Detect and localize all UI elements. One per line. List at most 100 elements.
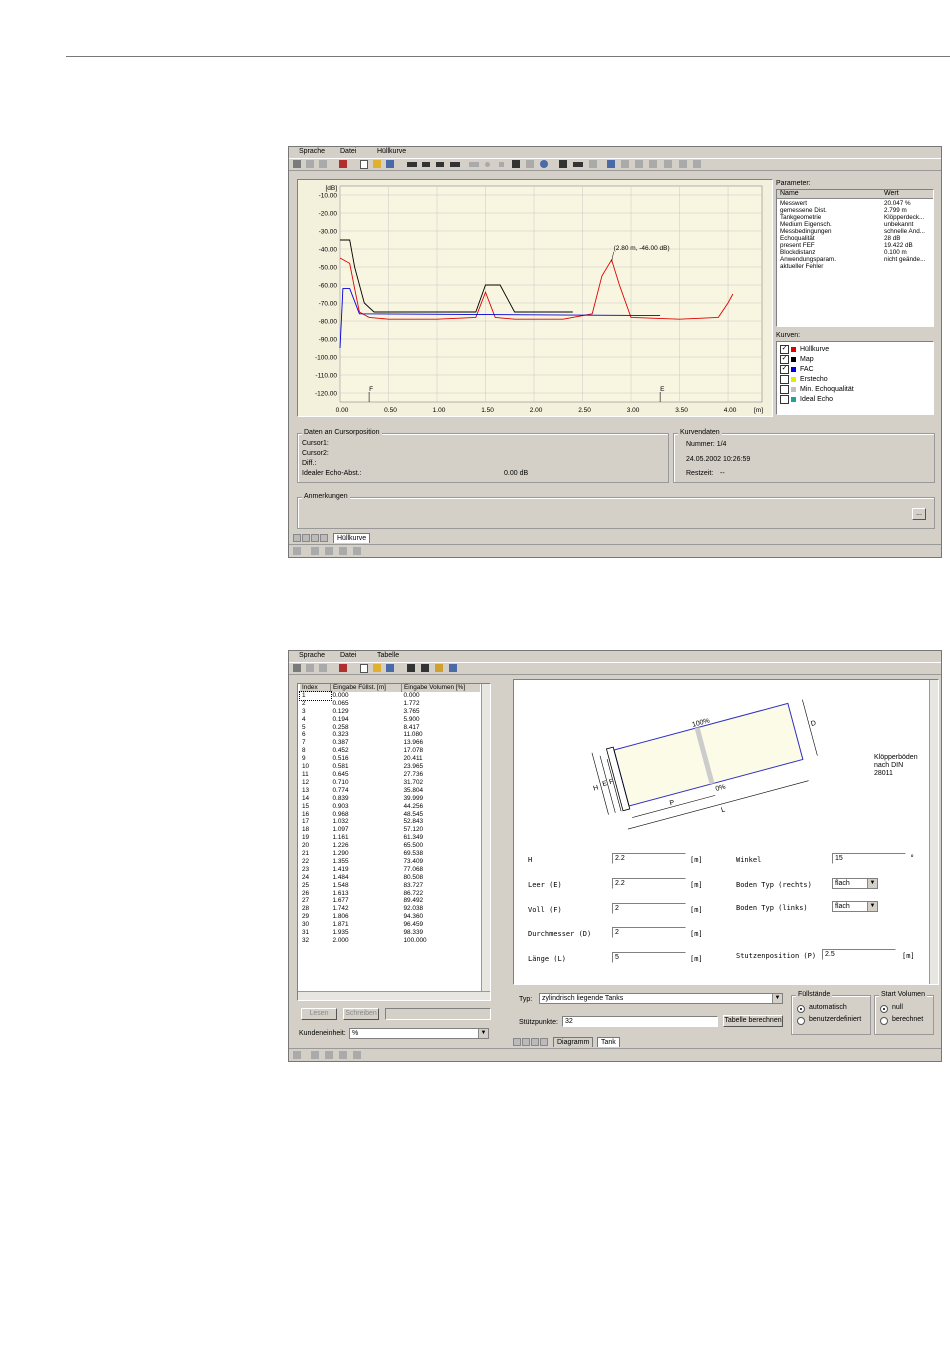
menu-datei-2[interactable]: Datei: [340, 652, 356, 659]
table-row[interactable]: 6 0.323 11.080: [300, 731, 480, 739]
menu-huellkurve[interactable]: Hüllkurve: [377, 148, 406, 155]
plot-area[interactable]: [339, 185, 763, 403]
table-row[interactable]: 4 0.194 5.900: [300, 716, 480, 724]
layout3-icon[interactable]: [319, 664, 327, 672]
cursor-box-icon[interactable]: [559, 160, 567, 168]
tab-next-button[interactable]: [531, 1038, 539, 1046]
leer-input[interactable]: [612, 878, 686, 889]
layout-icon[interactable]: [293, 160, 301, 168]
curve-checkbox[interactable]: [780, 385, 789, 394]
notes-more-button[interactable]: ...: [912, 508, 926, 520]
start-calc-radio[interactable]: [880, 1017, 888, 1025]
start-null-radio[interactable]: [880, 1005, 888, 1013]
fuell-user-radio[interactable]: [797, 1017, 805, 1025]
clock-icon[interactable]: [540, 160, 548, 168]
curve-checkbox[interactable]: [780, 375, 789, 384]
table-hscrollbar[interactable]: [298, 991, 490, 1000]
table-row[interactable]: 28 1.742 92.038: [300, 905, 480, 913]
curve-checkbox[interactable]: [780, 395, 789, 404]
menu-sprache[interactable]: Sprache: [299, 148, 325, 155]
tab-huellkurve[interactable]: Hüllkurve: [333, 533, 371, 543]
volume-table[interactable]: Index Eingabe Füllst. [m] Eingabe Volume…: [297, 683, 491, 1001]
table-row[interactable]: 25 1.548 83.727: [300, 882, 480, 890]
stutzen-input[interactable]: [822, 949, 896, 960]
open-folder-icon[interactable]: [373, 664, 381, 672]
table-row[interactable]: 5 0.258 8.417: [300, 724, 480, 732]
copy-icon[interactable]: [607, 160, 615, 168]
stop2-icon[interactable]: [649, 160, 657, 168]
save-icon[interactable]: [386, 160, 394, 168]
tab-tank[interactable]: Tank: [597, 1037, 620, 1047]
table-row[interactable]: 8 0.452 17.078: [300, 747, 480, 755]
table-row[interactable]: 1 0.000 0.000: [299, 690, 480, 701]
curve-checkbox[interactable]: ✓: [780, 345, 789, 354]
typ-select[interactable]: zylindrisch liegende Tanks ▼: [539, 993, 783, 1004]
layout-icon[interactable]: [293, 664, 301, 672]
envelope-chart[interactable]: -10.00 -20.00 -30.00 -40.00 -50.00 -60.00 -70.…: [298, 180, 772, 416]
kundeneinheit-select[interactable]: % ▼: [349, 1028, 489, 1039]
parameter-list[interactable]: Name Wert Messwert 20.047 % gemessene Dist…: [776, 189, 934, 327]
open-folder-icon[interactable]: [373, 160, 381, 168]
tab-first-button[interactable]: [293, 534, 301, 542]
new-file-icon[interactable]: [360, 664, 368, 673]
laenge-input[interactable]: [612, 952, 686, 963]
table-row[interactable]: 19 1.161 61.349: [300, 834, 480, 842]
fuell-auto-radio[interactable]: [797, 1005, 805, 1013]
table-row[interactable]: 14 0.839 39.999: [300, 795, 480, 803]
table-row[interactable]: 22 1.355 73.409: [300, 858, 480, 866]
table-row[interactable]: 11 0.645 27.736: [300, 771, 480, 779]
tab-diagramm[interactable]: Diagramm: [553, 1037, 594, 1047]
tabelle-berechnen-button[interactable]: Tabelle berechnen: [723, 1015, 783, 1027]
tab-last-button[interactable]: [320, 534, 328, 542]
forward-icon[interactable]: [679, 160, 687, 168]
record-icon[interactable]: [469, 162, 479, 167]
device-icon[interactable]: [339, 664, 347, 672]
last-icon[interactable]: [450, 162, 460, 167]
table-row[interactable]: 7 0.387 13.966: [300, 739, 480, 747]
table-icon[interactable]: [435, 664, 443, 672]
tab-last-button[interactable]: [540, 1038, 548, 1046]
new-file-icon[interactable]: [360, 160, 368, 169]
stuetzpunkte-input[interactable]: [562, 1016, 718, 1027]
table-row[interactable]: 31 1.935 98.339: [300, 929, 480, 937]
tab-first-button[interactable]: [513, 1038, 521, 1046]
export-icon[interactable]: [421, 664, 429, 672]
tab-prev-button[interactable]: [302, 534, 310, 542]
panel-vscrollbar[interactable]: [929, 680, 938, 984]
menu-tabelle[interactable]: Tabelle: [377, 652, 399, 659]
menu-sprache-2[interactable]: Sprache: [299, 652, 325, 659]
next-icon[interactable]: [436, 162, 444, 167]
h-input[interactable]: [612, 853, 686, 864]
curve-checkbox[interactable]: ✓: [780, 355, 789, 364]
layout2-icon[interactable]: [306, 664, 314, 672]
chart-view-icon[interactable]: [449, 664, 457, 672]
table-row[interactable]: 3 0.129 3.765: [300, 708, 480, 716]
winkel-input[interactable]: [832, 853, 906, 864]
table-row[interactable]: 27 1.677 89.492: [300, 897, 480, 905]
table-row[interactable]: 2 0.065 1.772: [300, 700, 480, 708]
layout3-icon[interactable]: [319, 160, 327, 168]
layout2-icon[interactable]: [306, 160, 314, 168]
table-row[interactable]: 26 1.613 86.722: [300, 890, 480, 898]
grid-icon[interactable]: [512, 160, 520, 168]
col-index[interactable]: Index: [300, 684, 331, 692]
table-row[interactable]: 24 1.484 80.508: [300, 874, 480, 882]
boden-rechts-select[interactable]: flach ▼: [832, 878, 878, 889]
back-icon[interactable]: [621, 160, 629, 168]
step-icon[interactable]: [664, 160, 672, 168]
end-icon[interactable]: [693, 160, 701, 168]
table-row[interactable]: 17 1.032 52.843: [300, 818, 480, 826]
table-vscrollbar[interactable]: [481, 684, 490, 1000]
table-row[interactable]: 29 1.806 94.360: [300, 913, 480, 921]
table-row[interactable]: 13 0.774 35.804: [300, 787, 480, 795]
col-volumen[interactable]: Eingabe Volumen [%]: [402, 684, 481, 692]
dot-icon[interactable]: [485, 162, 490, 167]
save-icon[interactable]: [386, 664, 394, 672]
stop-icon[interactable]: [499, 162, 504, 167]
cursor-move-icon[interactable]: [573, 162, 583, 167]
tool-icon[interactable]: [526, 160, 534, 168]
first-icon[interactable]: [407, 162, 417, 167]
tab-prev-button[interactable]: [522, 1038, 530, 1046]
lock-icon[interactable]: [589, 160, 597, 168]
import-icon[interactable]: [407, 664, 415, 672]
